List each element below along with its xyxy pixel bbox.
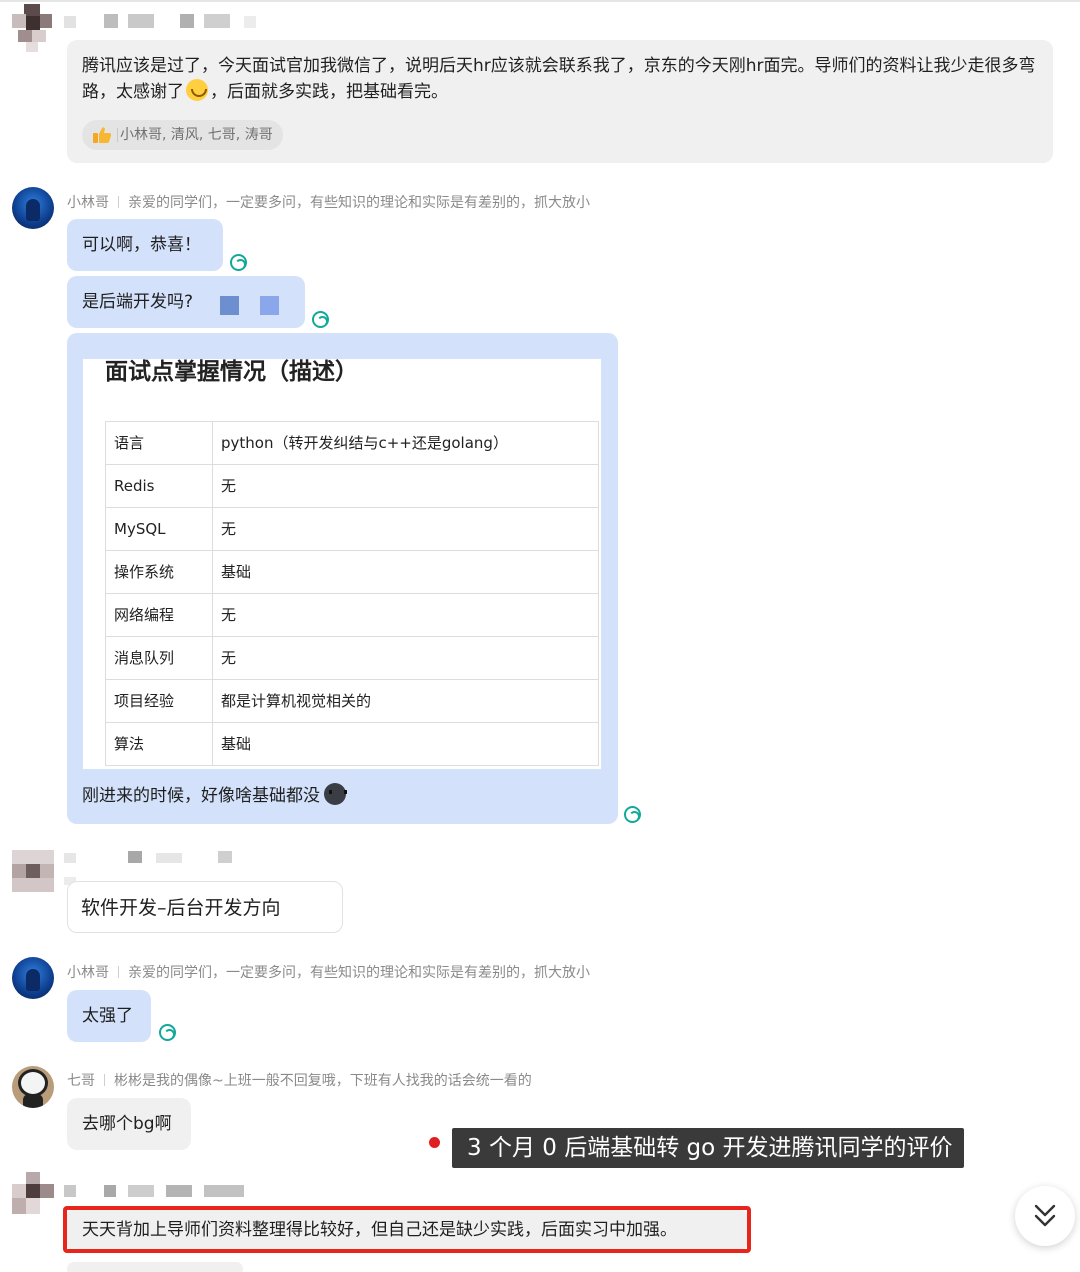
read-status-icon <box>159 1024 176 1041</box>
table-cell-value: 无 <box>212 464 599 508</box>
table-cell-value: python（转开发纠结与c++还是golang） <box>212 421 599 465</box>
table-row: Redis 无 <box>105 464 599 508</box>
avatar[interactable] <box>12 187 54 229</box>
table-image[interactable]: 面试点掌握情况（描述） 语言 python（转开发纠结与c++还是golang） … <box>83 359 601 769</box>
message-bubble[interactable]: 太强了 <box>67 990 151 1042</box>
message-bubble[interactable]: 去哪个bg啊 <box>67 1098 191 1150</box>
avatar[interactable] <box>12 1066 54 1108</box>
blue-square-emoji-icon <box>260 296 279 315</box>
blurred-name <box>64 1185 254 1199</box>
skills-table: 语言 python（转开发纠结与c++还是golang） Redis 无 MySQL… <box>105 421 599 766</box>
reaction-divider <box>117 128 118 142</box>
message-bubble[interactable]: 腾讯应该是过了，今天面试官加我微信了，说明后天hr应该就会联系我了，京东的今天刚… <box>67 40 1053 163</box>
chat-screen: 腾讯应该是过了，今天面试官加我微信了，说明后天hr应该就会联系我了，京东的今天刚… <box>0 0 1080 1272</box>
annotation-callout: 3 个月 0 后端基础转 go 开发进腾讯同学的评价 <box>452 1128 964 1168</box>
sender-name[interactable]: 七哥 <box>67 1073 95 1089</box>
table-cell-label: 语言 <box>105 421 213 465</box>
blurred-avatar <box>12 4 54 52</box>
sender-signature: 亲爱的同学们，一定要多问，有些知识的理论和实际是有差别的，抓大放小 <box>128 195 590 211</box>
table-cell-value: 基础 <box>212 722 599 766</box>
face-emoji-icon <box>324 783 347 805</box>
table-cell-label: 消息队列 <box>105 636 213 680</box>
meta-divider <box>118 196 119 208</box>
table-row: 网络编程无 <box>105 593 599 637</box>
reaction-chip[interactable]: 小林哥, 清风, 七哥, 涛哥 <box>82 120 283 150</box>
thumbs-up-icon <box>93 127 112 143</box>
blurred-avatar <box>12 850 54 892</box>
table-cell-value: 无 <box>212 593 599 637</box>
blurred-avatar <box>12 1172 54 1214</box>
message-text: 太强了 <box>82 1006 133 1026</box>
table-cell-value: 无 <box>212 636 599 680</box>
sender-name[interactable]: 小林哥 <box>67 965 109 981</box>
table-row: 操作系统 基础 <box>105 550 599 594</box>
message-text: 软件开发–后台开发方向 <box>81 897 281 919</box>
image-caption: 刚进来的时候，好像啥基础都没 <box>82 786 320 806</box>
next-message-bubble[interactable] <box>67 1262 243 1272</box>
table-cell-value: 都是计算机视觉相关的 <box>212 679 599 723</box>
table-row: 项目经验 都是计算机视觉相关的 <box>105 679 599 723</box>
message-bubble[interactable]: 是后端开发吗? <box>67 276 305 328</box>
message-text: 可以啊，恭喜！ <box>82 235 201 255</box>
table-cell-label: 算法 <box>105 722 213 766</box>
message-bubble[interactable]: 软件开发–后台开发方向 <box>67 881 343 933</box>
top-divider <box>0 0 1080 2</box>
table-row: 算法 基础 <box>105 722 599 766</box>
read-status-icon <box>624 806 641 823</box>
table-cell-value: 基础 <box>212 550 599 594</box>
sender-name[interactable]: 小林哥 <box>67 195 109 211</box>
table-cell-label: 操作系统 <box>105 550 213 594</box>
meta-divider <box>118 966 119 978</box>
message-text: 是后端开发吗? <box>82 292 194 312</box>
sender-signature: 彬彬是我的偶像~上班一般不回复哦，下班有人找我的话会统一看的 <box>114 1073 532 1089</box>
message-text-end: ，后面就多实践，把基础看完。 <box>210 82 448 102</box>
scroll-to-bottom-button[interactable] <box>1015 1186 1075 1246</box>
sender-meta: 七哥 彬彬是我的偶像~上班一般不回复哦，下班有人找我的话会统一看的 <box>67 1070 532 1090</box>
blurred-name <box>64 14 264 30</box>
message-bubble[interactable]: 可以啊，恭喜！ <box>67 219 223 271</box>
table-cell-label: 网络编程 <box>105 593 213 637</box>
table-row: MySQL 无 <box>105 507 599 551</box>
smile-emoji-icon <box>186 79 208 101</box>
double-chevron-down-icon <box>1034 1204 1056 1227</box>
table-cell-label: Redis <box>105 464 213 508</box>
meta-divider <box>104 1074 105 1086</box>
message-text: 去哪个bg啊 <box>82 1114 172 1134</box>
sender-meta: 小林哥 亲爱的同学们，一定要多问，有些知识的理论和实际是有差别的，抓大放小 <box>67 962 590 982</box>
annotation-dot <box>429 1137 440 1148</box>
blue-square-emoji-icon <box>220 296 239 315</box>
table-title: 面试点掌握情况（描述） <box>105 359 358 385</box>
sender-signature: 亲爱的同学们，一定要多问，有些知识的理论和实际是有差别的，抓大放小 <box>128 965 590 981</box>
read-status-icon <box>230 254 247 271</box>
sender-meta: 小林哥 亲爱的同学们，一定要多问，有些知识的理论和实际是有差别的，抓大放小 <box>67 192 590 212</box>
table-cell-label: MySQL <box>105 507 213 551</box>
table-row: 消息队列无 <box>105 636 599 680</box>
table-cell-value: 无 <box>212 507 599 551</box>
table-row: 语言 python（转开发纠结与c++还是golang） <box>105 421 599 465</box>
message-bubble-image[interactable]: 面试点掌握情况（描述） 语言 python（转开发纠结与c++还是golang） … <box>67 333 618 824</box>
table-cell-label: 项目经验 <box>105 679 213 723</box>
avatar[interactable] <box>12 957 54 999</box>
blurred-name <box>64 851 254 885</box>
reaction-users: 小林哥, 清风, 七哥, 涛哥 <box>120 127 273 143</box>
highlight-box <box>63 1206 751 1253</box>
read-status-icon <box>312 311 329 328</box>
